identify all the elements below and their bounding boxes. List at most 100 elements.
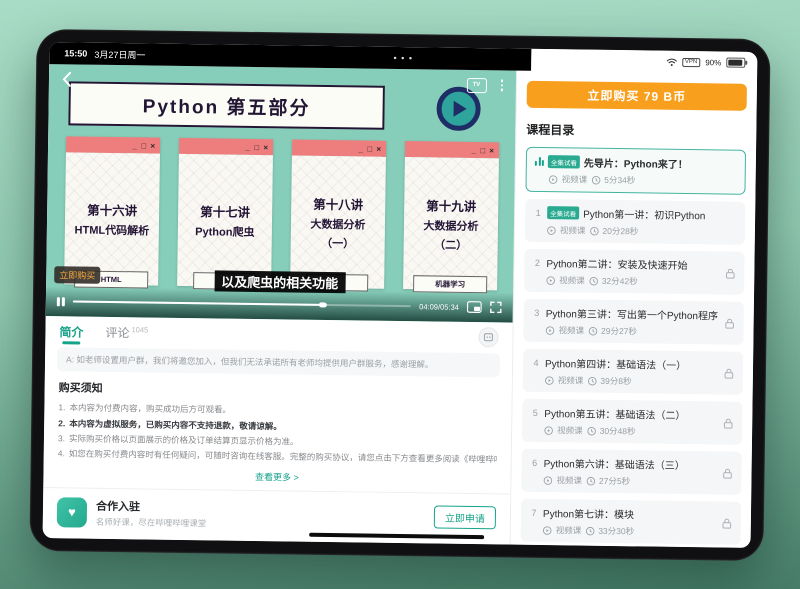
lesson-item[interactable]: 1 全集试看 Python第一讲：初识Python 视频课 20分28秒 — [525, 199, 746, 245]
lesson-item[interactable]: 2 Python第二讲：安装及快速开始 视频课 32分42秒 — [524, 249, 745, 295]
tab-comments[interactable]: 评论1045 — [105, 323, 148, 341]
clock-icon — [589, 226, 598, 235]
clock-icon — [586, 476, 595, 485]
lesson-list: 全集试看 先导片：Python来了！ 视频课 5分34秒 1 全集试看 Pyth… — [520, 147, 746, 548]
lesson-item[interactable]: 全集试看 先导片：Python来了！ 视频课 5分34秒 — [525, 147, 746, 195]
video-type-icon — [544, 426, 553, 435]
vpn-badge: VPN — [682, 57, 700, 66]
clock-icon — [587, 376, 596, 385]
battery-percent: 90% — [705, 58, 721, 67]
card-text-line: 第十六讲 — [87, 200, 137, 220]
purchase-notes: 购买须知 1.本内容为付费内容，购买成功后方可观看。2.本内容为虚拟服务，已购买… — [43, 379, 511, 486]
back-icon[interactable] — [62, 71, 72, 87]
lesson-type: 视频课 — [562, 173, 588, 185]
browser-window-card: _ □ × 第十六讲HTML代码解析 HTML — [64, 136, 160, 285]
lesson-type: 视频课 — [556, 474, 582, 486]
video-type-icon — [546, 276, 555, 285]
window-titlebar: _ □ × — [405, 141, 499, 158]
progress-bar[interactable] — [72, 300, 411, 307]
card-text-line: 第十七讲 — [200, 201, 250, 221]
lesson-number: 7 — [529, 507, 539, 517]
window-controls-icons: _ □ × — [472, 145, 496, 154]
card-text-line: 大数据分析 — [310, 215, 365, 232]
lock-icon — [724, 368, 734, 379]
lesson-duration: 32分42秒 — [602, 275, 638, 288]
see-more-link[interactable]: 查看更多 > — [57, 467, 496, 486]
lesson-type: 视频课 — [557, 424, 583, 436]
card-text-line: （二） — [434, 236, 467, 252]
now-playing-icon — [535, 157, 544, 166]
progress-scrubber[interactable] — [319, 302, 327, 307]
progress-played — [72, 300, 323, 306]
course-info-panel: 简介 评论1045 A: 如老师设置用户群，我们将邀您加入，但我们无法承诺所有老… — [43, 316, 513, 544]
window-titlebar: _ □ × — [292, 139, 386, 156]
lesson-number: 2 — [532, 257, 542, 267]
fullscreen-icon[interactable] — [490, 301, 502, 313]
clock-icon — [585, 526, 594, 535]
ipad-device: 15:50 3月27日周一 • • • VPN 90% — [29, 29, 770, 561]
lock-icon — [723, 418, 733, 429]
lesson-type: 视频课 — [558, 374, 584, 386]
card-text-line: （一） — [321, 234, 354, 250]
screencast-icon[interactable]: TV — [466, 77, 486, 92]
clock-time: 15:50 — [64, 48, 87, 58]
trial-badge: 全集试看 — [547, 206, 579, 219]
lesson-number: 6 — [530, 457, 540, 467]
comments-count: 1045 — [131, 325, 148, 334]
window-controls-icons: _ □ × — [359, 144, 383, 153]
browser-window-card: _ □ × 第十七讲Python爬虫 — [177, 138, 273, 287]
lock-icon — [725, 268, 735, 279]
browser-window-card: _ □ × 第十八讲大数据分析（一） — [290, 139, 386, 288]
lesson-type: 视频课 — [560, 224, 586, 236]
card-text-line: 第十九讲 — [426, 195, 476, 215]
pip-icon[interactable] — [467, 301, 482, 313]
browser-window-card: _ □ × 第十九讲大数据分析（二） 机器学习 — [403, 141, 499, 290]
card-text-line: Python爬虫 — [195, 223, 254, 240]
lesson-title: 先导片：Python来了！ — [584, 155, 688, 171]
clock-icon — [588, 326, 597, 335]
card-body: 第十七讲 Python爬虫 — [177, 154, 273, 287]
lesson-duration: 5分34秒 — [604, 174, 635, 186]
apply-button[interactable]: 立即申请 — [434, 505, 496, 529]
clock-icon — [589, 276, 598, 285]
buy-now-button[interactable]: 立即购买 79 B币 — [527, 81, 747, 111]
lesson-item[interactable]: 5 Python第五讲：基础语法（二） 视频课 30分48秒 — [522, 399, 743, 445]
status-bar-right: VPN 90% — [531, 49, 757, 74]
video-type-icon — [547, 226, 556, 235]
video-type-icon — [545, 376, 554, 385]
card-body: 第十八讲大数据分析（一） — [290, 155, 386, 288]
purchase-notes-list: 1.本内容为付费内容，购买成功后方可观看。2.本内容为虚拟服务，已购买内容不支持… — [58, 401, 498, 468]
lesson-item[interactable]: 6 Python第六讲：基础语法（三） 视频课 27分5秒 — [521, 449, 742, 495]
lesson-item[interactable]: 3 Python第三讲：写出第一个Python程序 视频课 29分27秒 — [523, 299, 744, 345]
video-type-icon — [549, 175, 558, 184]
video-player[interactable]: TV Python 第五部分 _ □ × 第十六讲HTML代码解析 HTML _… — [46, 64, 516, 322]
pause-icon[interactable] — [57, 297, 65, 306]
lesson-item[interactable]: 4 Python第四讲：基础语法（一） 视频课 39分8秒 — [523, 349, 744, 395]
lock-icon — [725, 318, 735, 329]
lesson-duration: 27分5秒 — [599, 475, 630, 487]
buy-now-tooltip[interactable]: 立即购买 — [54, 266, 100, 284]
lesson-title: Python第五讲：基础语法（二） — [544, 405, 685, 422]
lesson-duration: 33分30秒 — [598, 525, 634, 538]
lock-icon — [722, 518, 732, 529]
customer-service-icon[interactable] — [478, 327, 498, 347]
course-cards: _ □ × 第十六讲HTML代码解析 HTML _ □ × 第十七讲 Python… — [64, 136, 499, 290]
catalog-title: 课程目录 — [526, 121, 746, 141]
lesson-item[interactable]: 7 Python第七讲：模块 视频课 33分30秒 — [521, 499, 742, 545]
wifi-icon — [666, 57, 677, 66]
card-body: 第十九讲大数据分析 （二） — [403, 157, 499, 290]
partner-heart-icon: ♥ — [57, 497, 87, 527]
video-type-icon — [545, 326, 554, 335]
lesson-title: Python第一讲：初识Python — [583, 206, 705, 223]
window-titlebar: _ □ × — [66, 136, 160, 153]
photo-background: 15:50 3月27日周一 • • • VPN 90% — [0, 0, 800, 589]
lesson-duration: 20分28秒 — [602, 225, 638, 238]
more-menu-icon[interactable] — [500, 80, 503, 92]
card-text-line: 大数据分析 — [423, 217, 478, 234]
tab-intro[interactable]: 简介 — [59, 316, 83, 346]
lesson-number: 3 — [532, 307, 542, 317]
lesson-duration: 39分8秒 — [600, 375, 631, 387]
lesson-number: 4 — [531, 357, 541, 367]
lesson-number: 1 — [533, 207, 543, 217]
partner-subtitle: 名师好课，尽在哔哩哔哩课堂 — [96, 515, 207, 529]
